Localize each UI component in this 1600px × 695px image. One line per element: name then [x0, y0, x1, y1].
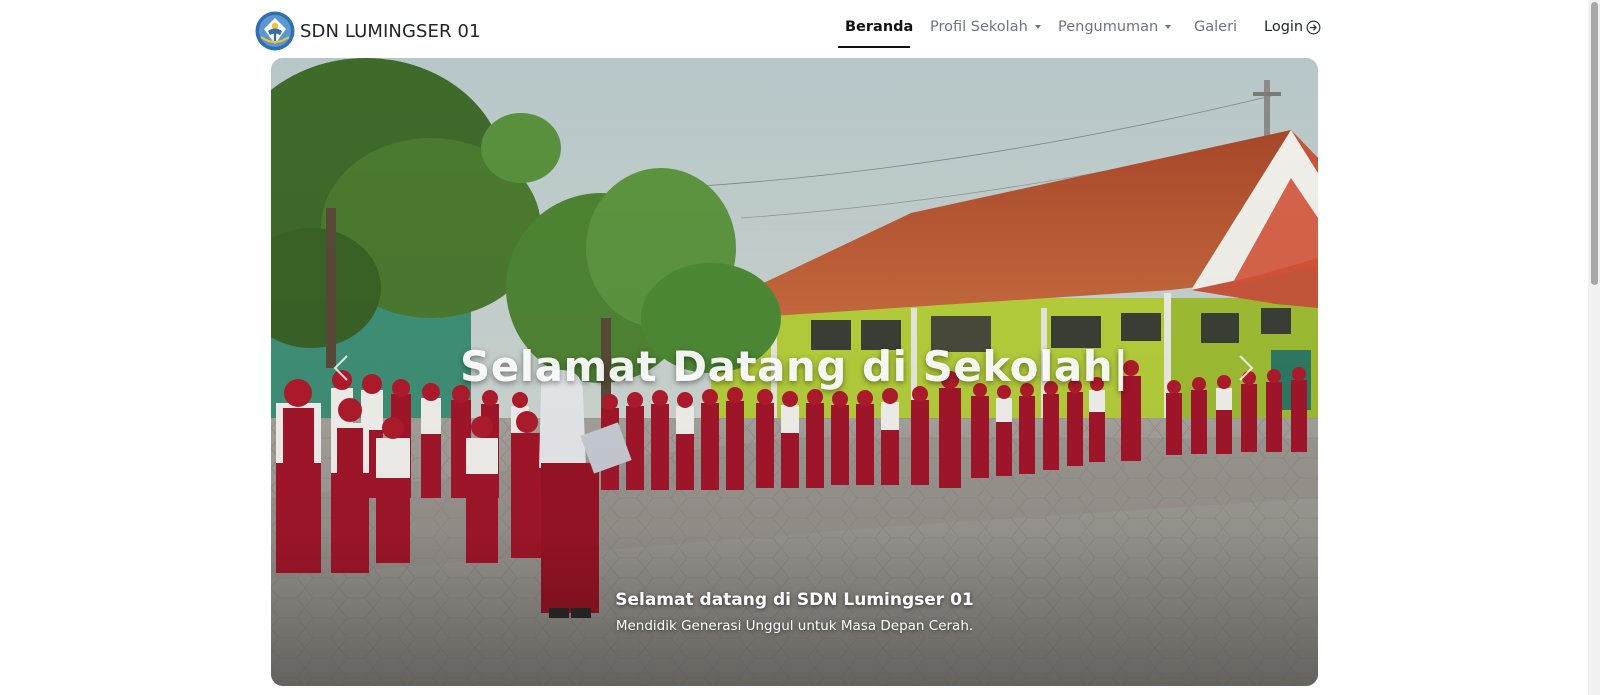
login-label: Login	[1264, 19, 1304, 35]
scrollbar-thumb[interactable]	[1591, 2, 1598, 285]
nav-item-profil-sekolah-label: Profil Sekolah	[930, 19, 1028, 35]
hero-headline: Selamat Datang di Sekolah|	[460, 342, 1129, 391]
main-nav: Beranda Profil Sekolah Pengumuman Galeri…	[0, 0, 1588, 57]
nav-item-pengumuman[interactable]: Pengumuman	[1058, 19, 1172, 35]
caret-down-icon	[1165, 25, 1172, 29]
hero-carousel: Selamat Datang di Sekolah| Selamat datan…	[271, 58, 1318, 686]
caption-subtitle: Mendidik Generasi Unggul untuk Masa Depa…	[615, 618, 974, 634]
active-nav-underline	[838, 46, 910, 48]
login-link[interactable]: Login	[1264, 19, 1321, 35]
nav-item-pengumuman-label: Pengumuman	[1058, 19, 1159, 35]
nav-item-profil-sekolah[interactable]: Profil Sekolah	[930, 19, 1041, 35]
page-scrollbar[interactable]	[1588, 0, 1600, 695]
carousel-caption: Selamat datang di SDN Lumingser 01 Mendi…	[271, 590, 1318, 634]
nav-item-galeri[interactable]: Galeri	[1194, 19, 1237, 35]
arrow-right-circle-icon	[1306, 20, 1321, 34]
top-navbar: SDN LUMINGSER 01 Beranda Profil Sekolah …	[0, 0, 1588, 57]
caret-down-icon	[1034, 25, 1041, 29]
caption-title: Selamat datang di SDN Lumingser 01	[615, 590, 974, 610]
nav-item-beranda[interactable]: Beranda	[845, 19, 913, 35]
